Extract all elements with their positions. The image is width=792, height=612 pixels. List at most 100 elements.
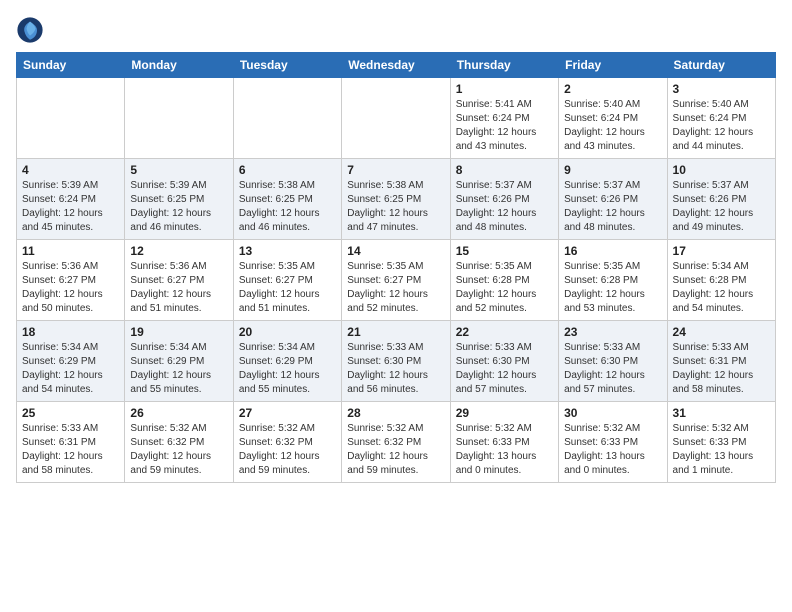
day-info: Sunrise: 5:33 AM Sunset: 6:30 PM Dayligh… [564,341,661,397]
day-info: Sunrise: 5:38 AM Sunset: 6:25 PM Dayligh… [239,179,336,235]
day-number: 12 [130,244,227,258]
day-info: Sunrise: 5:33 AM Sunset: 6:31 PM Dayligh… [22,422,119,478]
day-number: 27 [239,406,336,420]
calendar-cell: 13 Sunrise: 5:35 AM Sunset: 6:27 PM Dayli… [233,240,341,321]
calendar-cell: 9 Sunrise: 5:37 AM Sunset: 6:26 PM Daylig… [559,159,667,240]
calendar-cell: 4 Sunrise: 5:39 AM Sunset: 6:24 PM Daylig… [17,159,125,240]
calendar-cell: 19 Sunrise: 5:34 AM Sunset: 6:29 PM Dayli… [125,321,233,402]
day-info: Sunrise: 5:37 AM Sunset: 6:26 PM Dayligh… [564,179,661,235]
calendar-cell: 1 Sunrise: 5:41 AM Sunset: 6:24 PM Daylig… [450,78,558,159]
day-number: 9 [564,163,661,177]
calendar-cell: 12 Sunrise: 5:36 AM Sunset: 6:27 PM Dayli… [125,240,233,321]
day-number: 28 [347,406,444,420]
day-number: 24 [673,325,770,339]
day-number: 22 [456,325,553,339]
day-info: Sunrise: 5:32 AM Sunset: 6:32 PM Dayligh… [347,422,444,478]
day-number: 2 [564,82,661,96]
day-number: 13 [239,244,336,258]
logo-icon [16,16,44,44]
calendar-cell: 30 Sunrise: 5:32 AM Sunset: 6:33 PM Dayli… [559,402,667,483]
day-info: Sunrise: 5:32 AM Sunset: 6:33 PM Dayligh… [456,422,553,478]
calendar-cell: 14Sunrise: 5:35 AM Sunset: 6:27 PM Dayli… [342,240,450,321]
day-info: Sunrise: 5:34 AM Sunset: 6:29 PM Dayligh… [22,341,119,397]
calendar-cell: 25 Sunrise: 5:33 AM Sunset: 6:31 PM Dayli… [17,402,125,483]
day-info: Sunrise: 5:36 AM Sunset: 6:27 PM Dayligh… [22,260,119,316]
calendar-week-row: 25 Sunrise: 5:33 AM Sunset: 6:31 PM Dayli… [17,402,776,483]
logo [16,16,46,44]
col-header-sunday: Sunday [17,53,125,78]
day-info: Sunrise: 5:32 AM Sunset: 6:33 PM Dayligh… [564,422,661,478]
day-number: 29 [456,406,553,420]
calendar-cell [342,78,450,159]
day-number: 7 [347,163,444,177]
page-header [16,16,776,44]
calendar-cell: 24 Sunrise: 5:33 AM Sunset: 6:31 PM Dayli… [667,321,775,402]
day-number: 17 [673,244,770,258]
calendar-cell: 17Sunrise: 5:34 AM Sunset: 6:28 PM Dayli… [667,240,775,321]
day-info: Sunrise: 5:33 AM Sunset: 6:30 PM Dayligh… [347,341,444,397]
calendar-header-row: SundayMondayTuesdayWednesdayThursdayFrid… [17,53,776,78]
calendar-week-row: 1 Sunrise: 5:41 AM Sunset: 6:24 PM Daylig… [17,78,776,159]
day-number: 10 [673,163,770,177]
day-info: Sunrise: 5:34 AM Sunset: 6:29 PM Dayligh… [130,341,227,397]
calendar-week-row: 4 Sunrise: 5:39 AM Sunset: 6:24 PM Daylig… [17,159,776,240]
day-info: Sunrise: 5:39 AM Sunset: 6:25 PM Dayligh… [130,179,227,235]
day-number: 15 [456,244,553,258]
calendar-cell: 29 Sunrise: 5:32 AM Sunset: 6:33 PM Dayli… [450,402,558,483]
calendar-week-row: 11Sunrise: 5:36 AM Sunset: 6:27 PM Dayli… [17,240,776,321]
day-number: 6 [239,163,336,177]
day-info: Sunrise: 5:41 AM Sunset: 6:24 PM Dayligh… [456,98,553,154]
day-number: 18 [22,325,119,339]
day-info: Sunrise: 5:39 AM Sunset: 6:24 PM Dayligh… [22,179,119,235]
day-info: Sunrise: 5:34 AM Sunset: 6:29 PM Dayligh… [239,341,336,397]
day-info: Sunrise: 5:37 AM Sunset: 6:26 PM Dayligh… [456,179,553,235]
day-number: 4 [22,163,119,177]
calendar-cell: 3Sunrise: 5:40 AM Sunset: 6:24 PM Daylig… [667,78,775,159]
calendar-cell: 11Sunrise: 5:36 AM Sunset: 6:27 PM Dayli… [17,240,125,321]
day-number: 19 [130,325,227,339]
calendar-cell: 18 Sunrise: 5:34 AM Sunset: 6:29 PM Dayli… [17,321,125,402]
calendar-cell [233,78,341,159]
day-info: Sunrise: 5:32 AM Sunset: 6:33 PM Dayligh… [673,422,770,478]
day-info: Sunrise: 5:35 AM Sunset: 6:27 PM Dayligh… [239,260,336,316]
calendar-cell: 28 Sunrise: 5:32 AM Sunset: 6:32 PM Dayli… [342,402,450,483]
calendar-cell: 23Sunrise: 5:33 AM Sunset: 6:30 PM Dayli… [559,321,667,402]
day-info: Sunrise: 5:38 AM Sunset: 6:25 PM Dayligh… [347,179,444,235]
calendar-cell: 15 Sunrise: 5:35 AM Sunset: 6:28 PM Dayli… [450,240,558,321]
calendar-cell: 22 Sunrise: 5:33 AM Sunset: 6:30 PM Dayli… [450,321,558,402]
day-info: Sunrise: 5:35 AM Sunset: 6:28 PM Dayligh… [456,260,553,316]
day-number: 20 [239,325,336,339]
day-number: 30 [564,406,661,420]
day-info: Sunrise: 5:33 AM Sunset: 6:31 PM Dayligh… [673,341,770,397]
day-info: Sunrise: 5:40 AM Sunset: 6:24 PM Dayligh… [564,98,661,154]
day-number: 16 [564,244,661,258]
calendar-cell: 20 Sunrise: 5:34 AM Sunset: 6:29 PM Dayli… [233,321,341,402]
calendar-cell: 5Sunrise: 5:39 AM Sunset: 6:25 PM Daylig… [125,159,233,240]
col-header-monday: Monday [125,53,233,78]
day-info: Sunrise: 5:40 AM Sunset: 6:24 PM Dayligh… [673,98,770,154]
col-header-friday: Friday [559,53,667,78]
day-number: 1 [456,82,553,96]
day-number: 14 [347,244,444,258]
day-info: Sunrise: 5:36 AM Sunset: 6:27 PM Dayligh… [130,260,227,316]
calendar-cell: 26Sunrise: 5:32 AM Sunset: 6:32 PM Dayli… [125,402,233,483]
calendar-cell [125,78,233,159]
calendar-cell: 8Sunrise: 5:37 AM Sunset: 6:26 PM Daylig… [450,159,558,240]
day-number: 25 [22,406,119,420]
day-info: Sunrise: 5:35 AM Sunset: 6:28 PM Dayligh… [564,260,661,316]
day-info: Sunrise: 5:33 AM Sunset: 6:30 PM Dayligh… [456,341,553,397]
calendar-cell: 10Sunrise: 5:37 AM Sunset: 6:26 PM Dayli… [667,159,775,240]
col-header-thursday: Thursday [450,53,558,78]
day-info: Sunrise: 5:32 AM Sunset: 6:32 PM Dayligh… [239,422,336,478]
day-info: Sunrise: 5:32 AM Sunset: 6:32 PM Dayligh… [130,422,227,478]
calendar-cell: 21 Sunrise: 5:33 AM Sunset: 6:30 PM Dayli… [342,321,450,402]
calendar-cell [17,78,125,159]
calendar-cell: 2 Sunrise: 5:40 AM Sunset: 6:24 PM Daylig… [559,78,667,159]
calendar-week-row: 18 Sunrise: 5:34 AM Sunset: 6:29 PM Dayli… [17,321,776,402]
calendar-cell: 6 Sunrise: 5:38 AM Sunset: 6:25 PM Daylig… [233,159,341,240]
day-number: 21 [347,325,444,339]
calendar-cell: 27 Sunrise: 5:32 AM Sunset: 6:32 PM Dayli… [233,402,341,483]
calendar-cell: 16 Sunrise: 5:35 AM Sunset: 6:28 PM Dayli… [559,240,667,321]
col-header-tuesday: Tuesday [233,53,341,78]
calendar-table: SundayMondayTuesdayWednesdayThursdayFrid… [16,52,776,483]
